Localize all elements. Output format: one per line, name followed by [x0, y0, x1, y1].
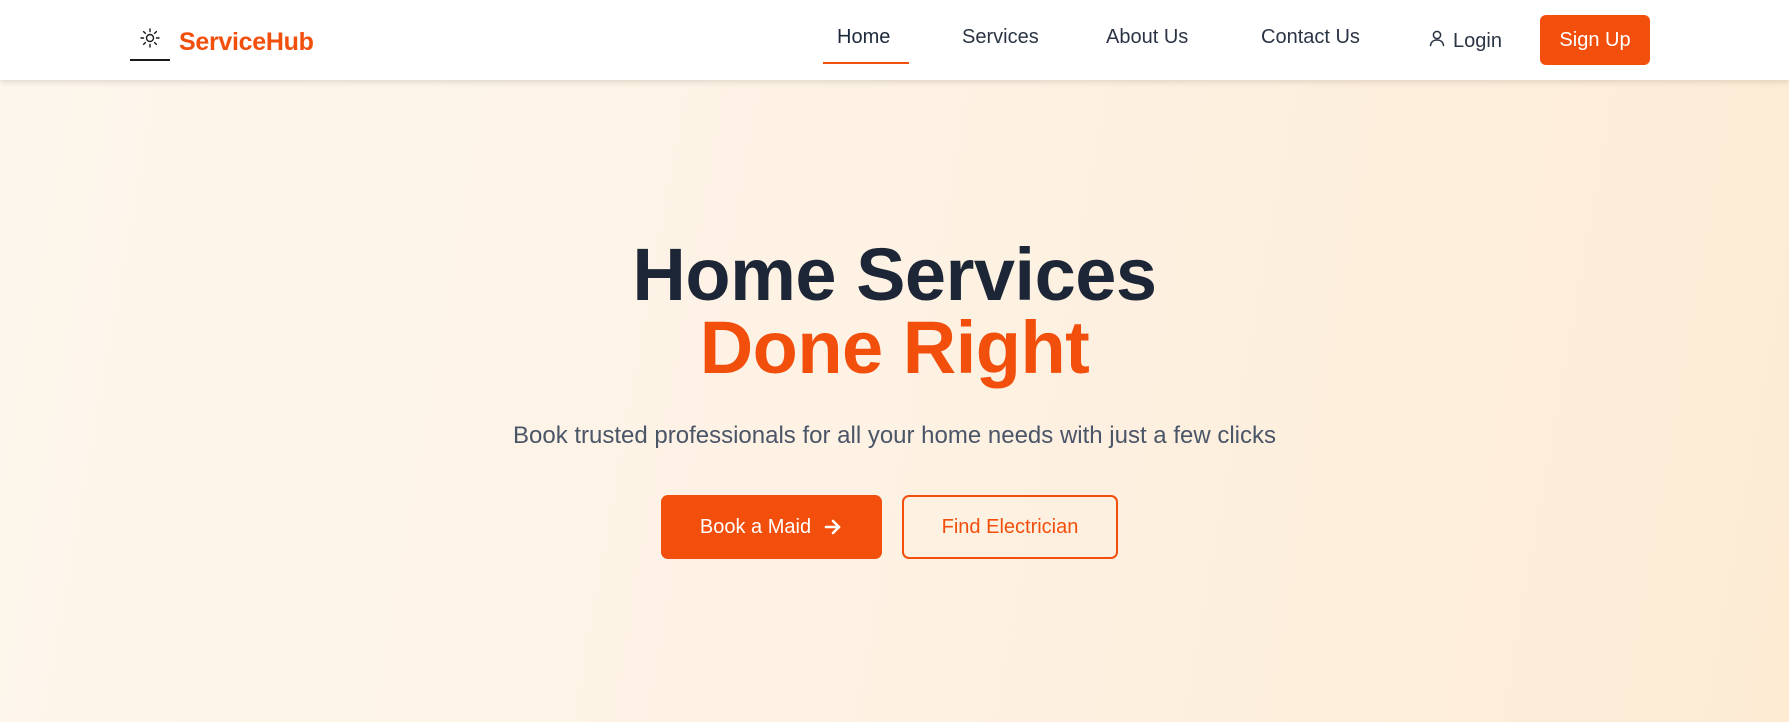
nav-link-services[interactable]: Services [962, 26, 1039, 56]
nav-link-contact-us[interactable]: Contact Us [1261, 26, 1360, 56]
top-navbar: ServiceHub Home Services About Us Contac… [0, 0, 1789, 80]
hero-title-line-2: Done Right [699, 306, 1090, 389]
find-electrician-button[interactable]: Find Electrician [902, 495, 1118, 559]
main-nav: Home Services About Us Contact Us [0, 0, 1789, 80]
active-nav-indicator [823, 62, 909, 64]
nav-link-about-us[interactable]: About Us [1106, 26, 1188, 56]
login-button[interactable]: Login [1428, 26, 1502, 56]
book-a-maid-button[interactable]: Book a Maid [661, 495, 882, 559]
nav-link-home[interactable]: Home [837, 26, 890, 56]
hero-section: Home Services Done Right Book trusted pr… [0, 80, 1789, 722]
user-icon [1428, 30, 1453, 53]
hero-title-line-1: Home Services [632, 233, 1157, 316]
hero-subtitle: Book trusted professionals for all your … [512, 422, 1277, 449]
login-label: Login [1453, 29, 1502, 52]
book-a-maid-label: Book a Maid [699, 515, 812, 538]
arrow-right-icon [823, 517, 843, 537]
sign-up-button[interactable]: Sign Up [1540, 15, 1650, 65]
